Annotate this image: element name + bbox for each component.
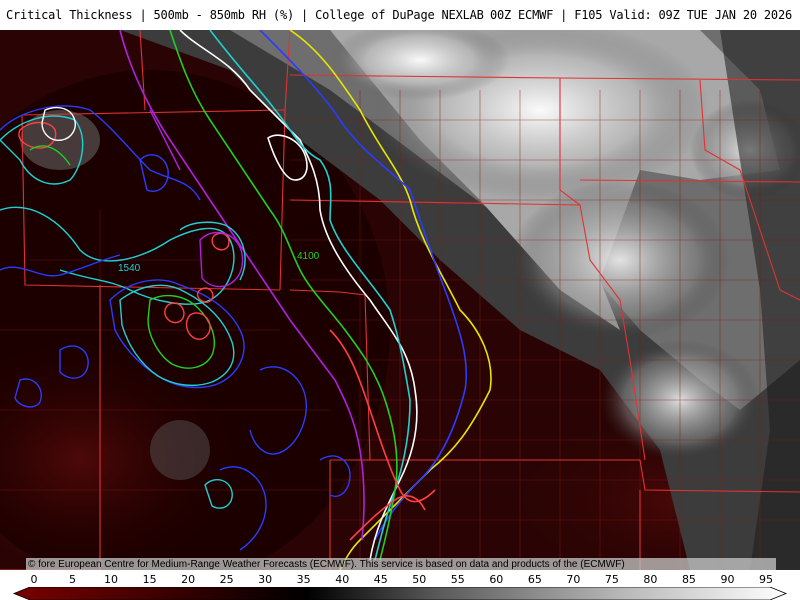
- map-header: Critical Thickness | 500mb - 850mb RH (%…: [0, 0, 800, 30]
- colorbar-tick-label: 50: [412, 573, 427, 586]
- colorbar-tick-label: 10: [104, 573, 119, 586]
- colorbar-tick-label: 90: [720, 573, 735, 586]
- valid-time: 00Z ECMWF | F105 Valid: 09Z TUE JAN 20 2…: [489, 8, 792, 22]
- weather-map: 1540 4100: [0, 30, 800, 570]
- colorbar-tick-label: 70: [566, 573, 581, 586]
- colorbar-tick-label: 5: [69, 573, 77, 586]
- colorbar-tick-label: 55: [450, 573, 465, 586]
- colorbar-tick-label: 85: [681, 573, 696, 586]
- colorbar-tick-label: 20: [181, 573, 196, 586]
- colorbar-tick-label: 45: [373, 573, 388, 586]
- colorbar-tick-label: 95: [759, 573, 773, 586]
- colorbar-tick-label: 35: [296, 573, 311, 586]
- colorbar-tick-label: 15: [142, 573, 157, 586]
- colorbar-tick-label: 30: [258, 573, 273, 586]
- colorbar-tick-label: 0: [30, 573, 38, 586]
- colorbar-tick-label: 60: [489, 573, 504, 586]
- colorbar-tick-label: 65: [527, 573, 542, 586]
- label-4100: 4100: [297, 251, 320, 262]
- colorbar-tick-label: 80: [643, 573, 658, 586]
- colorbar: [12, 587, 788, 600]
- colorbar-tick-label: 25: [219, 573, 234, 586]
- colorbar-tick-label: 75: [604, 573, 619, 586]
- colorbar-tick-label: 40: [335, 573, 350, 586]
- label-1540: 1540: [118, 263, 141, 274]
- product-title: Critical Thickness | 500mb - 850mb RH (%…: [6, 8, 484, 22]
